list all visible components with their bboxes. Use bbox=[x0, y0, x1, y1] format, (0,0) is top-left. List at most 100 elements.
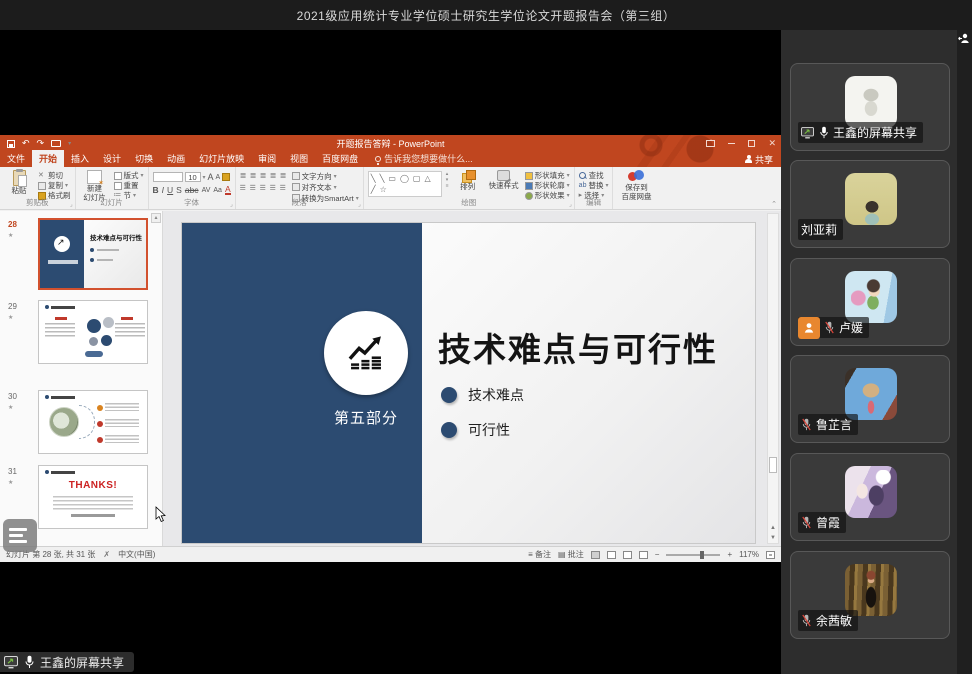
copy-icon bbox=[38, 182, 46, 190]
indent-increase-icon[interactable] bbox=[270, 173, 278, 181]
align-right-icon[interactable] bbox=[260, 185, 268, 193]
zoom-out-button[interactable]: − bbox=[655, 550, 660, 559]
shapes-gallery[interactable]: ╲╲▭◯▢△╱☆ bbox=[368, 171, 442, 197]
thumbnail-slide-28[interactable]: 技术难点与可行性 bbox=[38, 218, 148, 290]
tell-me-box[interactable]: 告诉我您想要做什么... bbox=[375, 152, 473, 167]
reading-view-icon[interactable] bbox=[623, 551, 632, 559]
layout-button[interactable]: 版式▾ bbox=[114, 171, 144, 180]
quick-styles-button[interactable]: 快速样式 bbox=[487, 169, 521, 191]
bullets-icon[interactable] bbox=[240, 173, 248, 181]
dialog-launcher-icon[interactable]: ⌟ bbox=[230, 201, 233, 208]
copy-button[interactable]: 复制▾ bbox=[38, 181, 71, 190]
mini-chart-icon bbox=[54, 236, 70, 252]
char-spacing-button[interactable]: AV bbox=[202, 187, 211, 194]
tab-view[interactable]: 视图 bbox=[283, 150, 315, 167]
collapse-ribbon-icon[interactable]: ⌃ bbox=[771, 200, 777, 208]
meeting-toolbar-icon[interactable] bbox=[3, 519, 37, 552]
shrink-font-button[interactable]: A bbox=[216, 174, 221, 181]
fit-to-window-icon[interactable] bbox=[766, 551, 775, 559]
font-color-button[interactable]: A bbox=[225, 185, 231, 196]
maximize-button[interactable] bbox=[748, 140, 755, 147]
collapse-sidebar-icon[interactable] bbox=[958, 33, 970, 45]
indent-decrease-icon[interactable] bbox=[260, 173, 268, 181]
normal-view-icon[interactable] bbox=[591, 551, 600, 559]
sidebar-edge bbox=[957, 30, 972, 674]
participant-namebar: 王鑫的屏幕共享 bbox=[798, 122, 923, 143]
shape-fill-button[interactable]: 形状填充▾ bbox=[525, 171, 570, 180]
next-slide-icon[interactable]: ▼ bbox=[768, 535, 778, 541]
font-size-box[interactable]: 10 bbox=[185, 172, 201, 182]
editor-scrollbar[interactable]: ▲ ▼ bbox=[767, 213, 779, 544]
participant-tile[interactable]: 曾霞 bbox=[790, 453, 950, 541]
align-text-button[interactable]: 对齐文本▾ bbox=[292, 182, 359, 192]
paste-icon bbox=[13, 170, 26, 186]
close-button[interactable]: ✕ bbox=[768, 138, 776, 149]
justify-icon[interactable] bbox=[270, 185, 278, 193]
tab-file[interactable]: 文件 bbox=[0, 150, 32, 167]
text-shadow-button[interactable]: S bbox=[176, 185, 182, 195]
dialog-launcher-icon[interactable]: ⌟ bbox=[569, 201, 572, 208]
find-button[interactable]: 查找 bbox=[579, 171, 609, 180]
notes-button[interactable]: ≡ 备注 bbox=[528, 549, 551, 560]
strikethrough-button[interactable]: abc bbox=[185, 185, 199, 195]
current-slide[interactable]: 第五部分 技术难点与可行性 技术难点 可行性 bbox=[182, 223, 755, 543]
minimize-button[interactable] bbox=[728, 143, 735, 144]
tab-animations[interactable]: 动画 bbox=[160, 150, 192, 167]
tab-home[interactable]: 开始 bbox=[32, 150, 64, 167]
participant-tile[interactable]: 鲁芷言 bbox=[790, 355, 950, 443]
save-to-netdisk-button[interactable]: 保存到百度网盘 bbox=[617, 169, 655, 201]
grow-font-button[interactable]: A bbox=[208, 172, 214, 182]
shapes-scroll[interactable]: ▴▾≡ bbox=[446, 171, 449, 189]
arrange-button[interactable]: 排列 bbox=[453, 169, 483, 192]
zoom-slider-thumb[interactable] bbox=[700, 551, 704, 559]
participant-tile[interactable]: 刘亚莉 bbox=[790, 160, 950, 248]
share-button[interactable]: 共享 bbox=[745, 153, 773, 166]
cut-button[interactable]: 剪切 bbox=[38, 171, 71, 180]
zoom-slider[interactable] bbox=[666, 554, 720, 556]
font-name-box[interactable] bbox=[153, 172, 183, 182]
previous-slide-icon[interactable]: ▲ bbox=[768, 525, 778, 531]
underline-button[interactable]: U bbox=[167, 185, 173, 195]
participant-tile[interactable]: 王鑫的屏幕共享 bbox=[790, 63, 950, 151]
columns-icon[interactable] bbox=[280, 185, 288, 193]
tab-slideshow[interactable]: 幻灯片放映 bbox=[192, 150, 251, 167]
tab-transitions[interactable]: 切换 bbox=[128, 150, 160, 167]
slide-editor: 第五部分 技术难点与可行性 技术难点 可行性 bbox=[163, 211, 781, 546]
paste-button[interactable]: 粘贴 bbox=[4, 169, 34, 196]
share-banner-text: 王鑫的屏幕共享 bbox=[40, 654, 124, 671]
comments-button[interactable]: ▤ 批注 bbox=[558, 549, 584, 560]
spellcheck-icon[interactable]: ✗ bbox=[103, 550, 110, 559]
tab-design[interactable]: 设计 bbox=[96, 150, 128, 167]
participant-tile[interactable]: 卢媛 bbox=[790, 258, 950, 346]
bold-button[interactable]: B bbox=[153, 185, 159, 195]
line-spacing-icon[interactable] bbox=[280, 173, 288, 181]
group-editing: 查找 ab替换▾ ▸选择▾ 编辑 bbox=[575, 167, 614, 209]
participant-tile[interactable]: 余茜敏 bbox=[790, 551, 950, 639]
clear-format-icon[interactable] bbox=[222, 173, 230, 181]
slide-sorter-icon[interactable] bbox=[607, 551, 616, 559]
scrollbar-thumb[interactable] bbox=[769, 457, 777, 473]
dialog-launcher-icon[interactable]: ⌟ bbox=[358, 201, 361, 208]
numbering-icon[interactable] bbox=[250, 173, 258, 181]
thumbnail-slide-30[interactable] bbox=[38, 390, 148, 454]
tab-review[interactable]: 审阅 bbox=[251, 150, 283, 167]
zoom-level[interactable]: 117% bbox=[739, 550, 759, 559]
slideshow-view-icon[interactable] bbox=[639, 551, 648, 559]
replace-button[interactable]: ab替换▾ bbox=[579, 181, 609, 190]
text-direction-button[interactable]: 文字方向▾ bbox=[292, 171, 359, 181]
language-indicator[interactable]: 中文(中国) bbox=[118, 549, 155, 560]
ribbon-options-button[interactable] bbox=[706, 140, 715, 147]
thumbnail-slide-31[interactable]: THANKS! bbox=[38, 465, 148, 529]
shape-outline-button[interactable]: 形状轮廓▾ bbox=[525, 181, 570, 190]
participant-namebar: 卢媛 bbox=[798, 317, 869, 338]
dialog-launcher-icon[interactable]: ⌟ bbox=[70, 201, 73, 208]
tab-baidu-netdisk[interactable]: 百度网盘 bbox=[315, 150, 365, 167]
italic-button[interactable]: I bbox=[162, 185, 164, 195]
align-center-icon[interactable] bbox=[250, 185, 258, 193]
zoom-in-button[interactable]: + bbox=[727, 550, 732, 559]
align-left-icon[interactable] bbox=[240, 185, 248, 193]
tab-insert[interactable]: 插入 bbox=[64, 150, 96, 167]
change-case-button[interactable]: Aa bbox=[213, 187, 222, 194]
thumbs-scroll-up[interactable]: ▴ bbox=[151, 213, 161, 223]
thumbnail-slide-29[interactable] bbox=[38, 300, 148, 364]
